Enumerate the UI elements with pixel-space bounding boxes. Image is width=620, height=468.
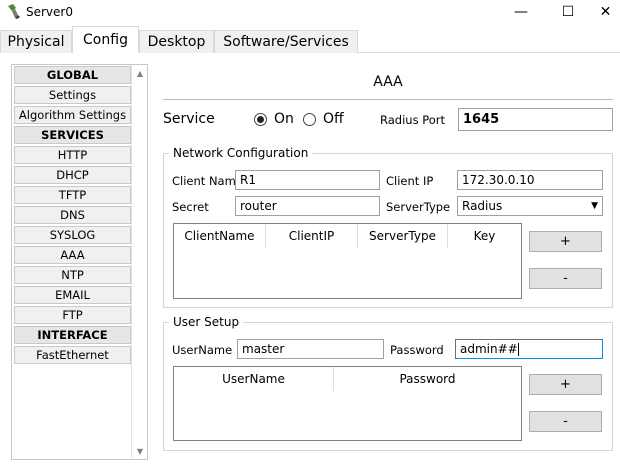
col-key: Key (473, 229, 496, 243)
title-bar: Server0 — ☐ ✕ (0, 0, 620, 26)
sidebar-header-global: GLOBAL (14, 66, 131, 84)
minimize-button[interactable]: — (498, 0, 544, 24)
password-label: Password (390, 343, 444, 357)
tab-physical[interactable]: Physical (0, 30, 72, 53)
maximize-icon: ☐ (561, 4, 575, 20)
sidebar-item-aaa[interactable]: AAA (14, 246, 131, 264)
maximize-button[interactable]: ☐ (545, 0, 591, 24)
sidebar-item-ftp[interactable]: FTP (14, 306, 131, 324)
secret-label: Secret (172, 200, 209, 214)
sidebar-item-ntp[interactable]: NTP (14, 266, 131, 284)
tab-desktop[interactable]: Desktop (139, 30, 214, 53)
username-label: UserName (172, 343, 233, 357)
sidebar-header-services: SERVICES (14, 126, 131, 144)
service-off-label[interactable]: Off (323, 111, 344, 127)
client-ip-input[interactable]: 172.30.0.10 (457, 170, 603, 190)
title-divider (163, 99, 613, 100)
close-icon: ✕ (599, 4, 612, 20)
sidebar-item-email[interactable]: EMAIL (14, 286, 131, 304)
server-type-value: Radius (462, 199, 503, 213)
client-name-label: Client Name (172, 174, 243, 188)
radius-port-label: Radius Port (380, 113, 446, 127)
sidebar-scrollbar[interactable]: ▲ ▼ (131, 65, 147, 459)
service-on-radio[interactable] (254, 113, 267, 126)
service-on-label[interactable]: On (274, 111, 294, 127)
username-input[interactable]: master (237, 339, 384, 359)
server-type-label: ServerType (386, 200, 451, 214)
close-button[interactable]: ✕ (591, 0, 620, 24)
client-ip-label: Client IP (386, 174, 434, 188)
password-input[interactable]: admin## (455, 339, 603, 359)
col-server-type: ServerType (358, 224, 448, 248)
tab-software-services[interactable]: Software/Services (214, 30, 358, 53)
service-off-radio[interactable] (303, 113, 316, 126)
sidebar-item-settings[interactable]: Settings (14, 86, 131, 104)
sidebar-item-fastethernet[interactable]: FastEthernet (14, 346, 131, 364)
server-app-icon (8, 4, 20, 19)
col-username: UserName (174, 367, 334, 391)
sidebar-item-http[interactable]: HTTP (14, 146, 131, 164)
window-title: Server0 (26, 5, 73, 19)
sidebar-item-algorithm-settings[interactable]: Algorithm Settings (14, 106, 131, 124)
remove-user-button[interactable]: - (529, 411, 602, 432)
add-user-button[interactable]: + (529, 374, 602, 395)
text-cursor (517, 342, 519, 356)
page-title: AAA (373, 74, 403, 90)
server-type-select[interactable]: Radius ▼ (457, 196, 603, 216)
col-client-ip: ClientIP (266, 224, 358, 248)
add-client-button[interactable]: + (529, 231, 602, 252)
radius-port-input[interactable]: 1645 (458, 108, 613, 131)
sidebar-header-interface: INTERFACE (14, 326, 131, 344)
user-table[interactable]: UserName Password (173, 366, 522, 441)
password-value: admin## (460, 342, 518, 356)
col-password: Password (399, 372, 456, 386)
network-configuration-title: Network Configuration (169, 146, 313, 160)
chevron-down-icon: ▼ (591, 201, 598, 211)
client-name-input[interactable]: R1 (235, 170, 380, 190)
remove-client-button[interactable]: - (529, 268, 602, 289)
scroll-up-icon[interactable]: ▲ (132, 66, 148, 80)
scroll-down-icon[interactable]: ▼ (132, 444, 148, 458)
col-client-name: ClientName (174, 224, 266, 248)
user-setup-title: User Setup (169, 315, 244, 329)
tab-config[interactable]: Config (72, 26, 139, 53)
secret-input[interactable]: router (235, 196, 380, 216)
sidebar-item-dns[interactable]: DNS (14, 206, 131, 224)
sidebar-item-tftp[interactable]: TFTP (14, 186, 131, 204)
sidebar-item-dhcp[interactable]: DHCP (14, 166, 131, 184)
sidebar-item-syslog[interactable]: SYSLOG (14, 226, 131, 244)
client-table[interactable]: ClientName ClientIP ServerType Key (173, 223, 522, 299)
config-sidebar: GLOBAL Settings Algorithm Settings SERVI… (11, 64, 148, 460)
service-label: Service (163, 111, 215, 127)
minimize-icon: — (514, 4, 528, 20)
